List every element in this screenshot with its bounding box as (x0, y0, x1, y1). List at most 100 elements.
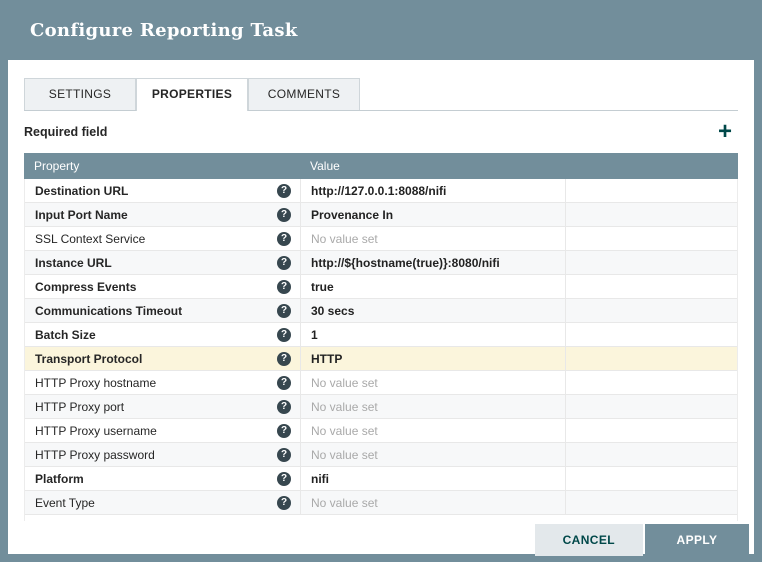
dialog-title: Configure Reporting Task (30, 19, 298, 41)
property-extra-cell (565, 395, 737, 418)
property-value[interactable]: http://${hostname(true)}:8080/nifi (300, 251, 565, 274)
property-name-cell: Input Port Name? (25, 203, 300, 226)
property-extra-cell (565, 443, 737, 466)
help-icon[interactable]: ? (277, 231, 291, 246)
property-name: Destination URL (35, 183, 129, 198)
tab-comments[interactable]: COMMENTS (248, 78, 360, 110)
tab-bar: SETTINGS PROPERTIES COMMENTS (24, 78, 738, 111)
property-row[interactable]: SSL Context Service? No value set (25, 227, 737, 251)
help-icon[interactable]: ? (277, 303, 291, 318)
help-icon[interactable]: ? (277, 375, 291, 390)
property-name: Platform (35, 471, 84, 486)
property-row[interactable]: Input Port Name? Provenance In (25, 203, 737, 227)
apply-button[interactable]: APPLY (645, 524, 749, 556)
property-name-cell: Communications Timeout? (25, 299, 300, 322)
property-row[interactable]: Transport Protocol? HTTP (25, 347, 737, 371)
help-icon[interactable]: ? (277, 183, 291, 198)
help-icon[interactable]: ? (277, 207, 291, 222)
property-name-cell: SSL Context Service? (25, 227, 300, 250)
property-name-cell: Compress Events? (25, 275, 300, 298)
property-name: HTTP Proxy password (35, 447, 155, 462)
property-value[interactable]: No value set (300, 491, 565, 514)
property-value[interactable]: HTTP (300, 347, 565, 370)
help-icon[interactable]: ? (277, 423, 291, 438)
property-extra-cell (565, 203, 737, 226)
property-row[interactable]: Instance URL? http://${hostname(true)}:80… (25, 251, 737, 275)
property-extra-cell (565, 467, 737, 490)
property-row[interactable]: HTTP Proxy password? No value set (25, 443, 737, 467)
help-icon[interactable]: ? (277, 447, 291, 462)
property-name-cell: Batch Size? (25, 323, 300, 346)
add-property-button[interactable]: + (712, 120, 738, 144)
property-value[interactable]: No value set (300, 395, 565, 418)
property-value[interactable]: nifi (300, 467, 565, 490)
property-extra-cell (565, 347, 737, 370)
cancel-button[interactable]: CANCEL (534, 524, 643, 556)
help-icon[interactable]: ? (277, 399, 291, 414)
property-row[interactable]: Event Type? No value set (25, 491, 737, 515)
help-icon[interactable]: ? (277, 471, 291, 486)
help-icon[interactable]: ? (277, 279, 291, 294)
property-name: HTTP Proxy port (35, 399, 125, 414)
property-value[interactable]: No value set (300, 371, 565, 394)
property-name: Instance URL (35, 255, 112, 270)
dialog-header: Configure Reporting Task (0, 0, 762, 60)
property-extra-cell (565, 419, 737, 442)
property-name: Compress Events (35, 279, 137, 294)
column-header-value: Value (310, 159, 340, 173)
property-extra-cell (565, 179, 737, 202)
property-value[interactable]: No value set (300, 443, 565, 466)
property-value[interactable]: No value set (300, 419, 565, 442)
property-value[interactable]: No value set (300, 227, 565, 250)
property-name-cell: HTTP Proxy password? (25, 443, 300, 466)
property-extra-cell (565, 491, 737, 514)
property-name: Communications Timeout (35, 303, 183, 318)
property-value[interactable]: Provenance In (300, 203, 565, 226)
table-header-row: Property Value (24, 153, 738, 179)
property-row[interactable]: Batch Size? 1 (25, 323, 737, 347)
property-name: Batch Size (35, 327, 96, 342)
property-row[interactable]: Platform? nifi (25, 467, 737, 491)
plus-icon: + (717, 118, 732, 145)
help-icon[interactable]: ? (277, 495, 291, 510)
property-value[interactable]: 1 (300, 323, 565, 346)
property-name: Transport Protocol (35, 351, 143, 366)
tab-properties[interactable]: PROPERTIES (136, 78, 248, 111)
property-extra-cell (565, 275, 737, 298)
configure-reporting-task-dialog: SETTINGS PROPERTIES COMMENTS Required fi… (8, 60, 754, 556)
property-value[interactable]: true (300, 275, 565, 298)
property-name-cell: Platform? (25, 467, 300, 490)
property-row[interactable]: HTTP Proxy port? No value set (25, 395, 737, 419)
property-value[interactable]: 30 secs (300, 299, 565, 322)
dialog-footer: CANCEL APPLY (534, 524, 749, 556)
property-name-cell: Transport Protocol? (25, 347, 300, 370)
column-header-property: Property (34, 159, 80, 173)
property-row[interactable]: Communications Timeout? 30 secs (25, 299, 737, 323)
property-extra-cell (565, 299, 737, 322)
property-value[interactable]: http://127.0.0.1:8088/nifi (300, 179, 565, 202)
property-name-cell: HTTP Proxy port? (25, 395, 300, 418)
property-row[interactable]: Compress Events? true (25, 275, 737, 299)
help-icon[interactable]: ? (277, 327, 291, 342)
property-name: HTTP Proxy hostname (35, 375, 157, 390)
property-row[interactable]: Destination URL? http://127.0.0.1:8088/ni… (25, 179, 737, 203)
properties-table: Property Value Destination URL? http://12… (24, 153, 738, 521)
property-name-cell: HTTP Proxy username? (25, 419, 300, 442)
property-extra-cell (565, 227, 737, 250)
required-field-label: Required field (24, 125, 108, 139)
table-toolbar: Required field + (24, 111, 738, 153)
property-extra-cell (565, 323, 737, 346)
property-row[interactable]: HTTP Proxy hostname? No value set (25, 371, 737, 395)
property-extra-cell (565, 371, 737, 394)
property-name-cell: Event Type? (25, 491, 300, 514)
property-name: HTTP Proxy username (35, 423, 157, 438)
property-name: Input Port Name (35, 207, 128, 222)
help-icon[interactable]: ? (277, 255, 291, 270)
property-name-cell: HTTP Proxy hostname? (25, 371, 300, 394)
property-name: SSL Context Service (35, 231, 146, 246)
property-extra-cell (565, 251, 737, 274)
property-row[interactable]: HTTP Proxy username? No value set (25, 419, 737, 443)
help-icon[interactable]: ? (277, 351, 291, 366)
tab-settings[interactable]: SETTINGS (24, 78, 136, 110)
property-name-cell: Instance URL? (25, 251, 300, 274)
